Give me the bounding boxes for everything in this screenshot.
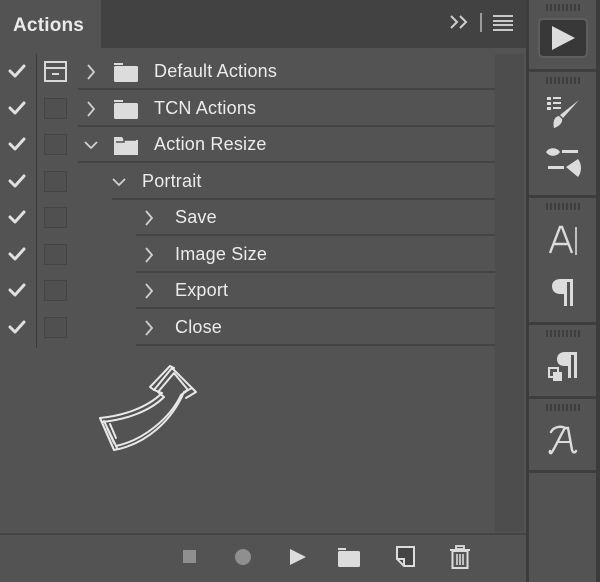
- action-label: Close: [175, 316, 223, 337]
- panel-menu-button[interactable]: [493, 15, 513, 31]
- chevron-right-icon[interactable]: [142, 209, 156, 227]
- chevron-right-icon[interactable]: [142, 319, 156, 337]
- chevron-right-icon[interactable]: [142, 246, 156, 264]
- double-chevron-right-icon: [450, 15, 468, 29]
- action-row[interactable]: Close: [0, 310, 495, 346]
- toggle-item-checkmark-icon[interactable]: [8, 136, 26, 152]
- row-separator: [136, 343, 495, 346]
- toggle-item-checkmark-icon[interactable]: [8, 209, 26, 225]
- folder-icon: [114, 63, 138, 82]
- chevron-down-icon[interactable]: [84, 136, 98, 154]
- brush-presets-icon: [547, 97, 579, 128]
- chevron-right-icon[interactable]: [142, 282, 156, 300]
- toggle-dialog-box[interactable]: [44, 207, 67, 228]
- action-row[interactable]: Portrait: [0, 164, 495, 200]
- toggle-item-checkmark-icon[interactable]: [8, 100, 26, 116]
- actions-toolbar: [0, 533, 526, 577]
- action-row[interactable]: Export: [0, 273, 495, 309]
- folder-icon: [338, 548, 360, 567]
- toggle-dialog-box[interactable]: [44, 243, 67, 265]
- toggle-item-checkmark-icon[interactable]: [8, 173, 26, 189]
- brush-settings-icon: [546, 148, 581, 177]
- dock-grip[interactable]: [546, 330, 580, 337]
- folder-open-icon: [114, 137, 138, 155]
- dock-brush-presets-button[interactable]: [538, 93, 588, 133]
- action-row[interactable]: Action Resize: [0, 127, 495, 163]
- action-row[interactable]: TCN Actions: [0, 91, 495, 127]
- paragraph-styles-icon: [548, 352, 577, 381]
- dock-grip[interactable]: [546, 77, 580, 84]
- hamburger-menu-icon: [493, 15, 513, 17]
- toggle-item-checkmark-icon[interactable]: [8, 319, 26, 335]
- dock-glyphs-button[interactable]: [538, 420, 588, 460]
- right-panel-dock: [526, 0, 600, 582]
- dock-paragraph-styles-button[interactable]: [538, 347, 588, 387]
- tab-bar-divider: [480, 13, 482, 32]
- toggle-item-checkmark-icon[interactable]: [8, 246, 26, 262]
- hand-drawn-arrow-icon: [99, 365, 197, 451]
- dock-paragraph-button[interactable]: [538, 272, 588, 312]
- toggle-dialog-box[interactable]: [44, 316, 67, 338]
- action-label: Image Size: [175, 243, 268, 264]
- toggle-dialog-box[interactable]: [44, 170, 67, 192]
- dock-grip[interactable]: [546, 404, 580, 411]
- action-row[interactable]: Image Size: [0, 237, 495, 273]
- record-icon: [235, 549, 251, 565]
- trash-icon: [450, 545, 470, 569]
- chevron-right-icon[interactable]: [84, 100, 98, 118]
- toggle-item-checkmark-icon[interactable]: [8, 63, 26, 79]
- play-icon: [552, 26, 575, 50]
- action-label: Save: [175, 207, 217, 227]
- glyphs-icon: [548, 425, 578, 455]
- dock-grip[interactable]: [546, 4, 580, 11]
- tab-actions[interactable]: Actions: [0, 0, 101, 50]
- action-row[interactable]: Default Actions: [0, 54, 495, 90]
- chevron-right-icon[interactable]: [84, 63, 98, 81]
- dock-actions-button[interactable]: [538, 18, 588, 58]
- folder-icon: [114, 99, 138, 119]
- toggle-dialog-box[interactable]: [44, 61, 67, 82]
- action-label: Action Resize: [154, 134, 267, 154]
- dock-brush-settings-button[interactable]: [538, 142, 588, 182]
- play-selection-button[interactable]: [285, 543, 311, 571]
- play-icon: [290, 549, 306, 565]
- action-label: Export: [175, 280, 229, 300]
- list-scrollbar-track[interactable]: [495, 54, 524, 532]
- chevron-down-icon[interactable]: [112, 173, 126, 191]
- create-new-action-button[interactable]: [393, 543, 419, 571]
- stop-icon: [183, 550, 196, 563]
- toggle-dialog-box[interactable]: [44, 134, 67, 155]
- dock-character-button[interactable]: [538, 220, 588, 260]
- create-new-set-button[interactable]: [336, 543, 362, 571]
- dock-grip[interactable]: [546, 203, 580, 210]
- paragraph-icon: [552, 279, 573, 306]
- delete-button[interactable]: [447, 543, 473, 571]
- action-label: TCN Actions: [154, 97, 257, 118]
- toggle-dialog-box[interactable]: [44, 280, 67, 301]
- action-label: Default Actions: [154, 61, 278, 81]
- collapse-panel-button[interactable]: [448, 12, 470, 32]
- character-icon: [548, 225, 577, 255]
- actions-panel: Actions Default Actions TCN Actions Action…: [0, 0, 526, 582]
- toggle-item-checkmark-icon[interactable]: [8, 282, 26, 298]
- new-action-icon: [396, 546, 415, 567]
- toggle-dialog-box[interactable]: [44, 97, 67, 119]
- begin-recording-button[interactable]: [230, 543, 256, 571]
- action-label: Portrait: [142, 170, 202, 191]
- stop-recording-button[interactable]: [177, 543, 203, 571]
- action-row[interactable]: Save: [0, 200, 495, 236]
